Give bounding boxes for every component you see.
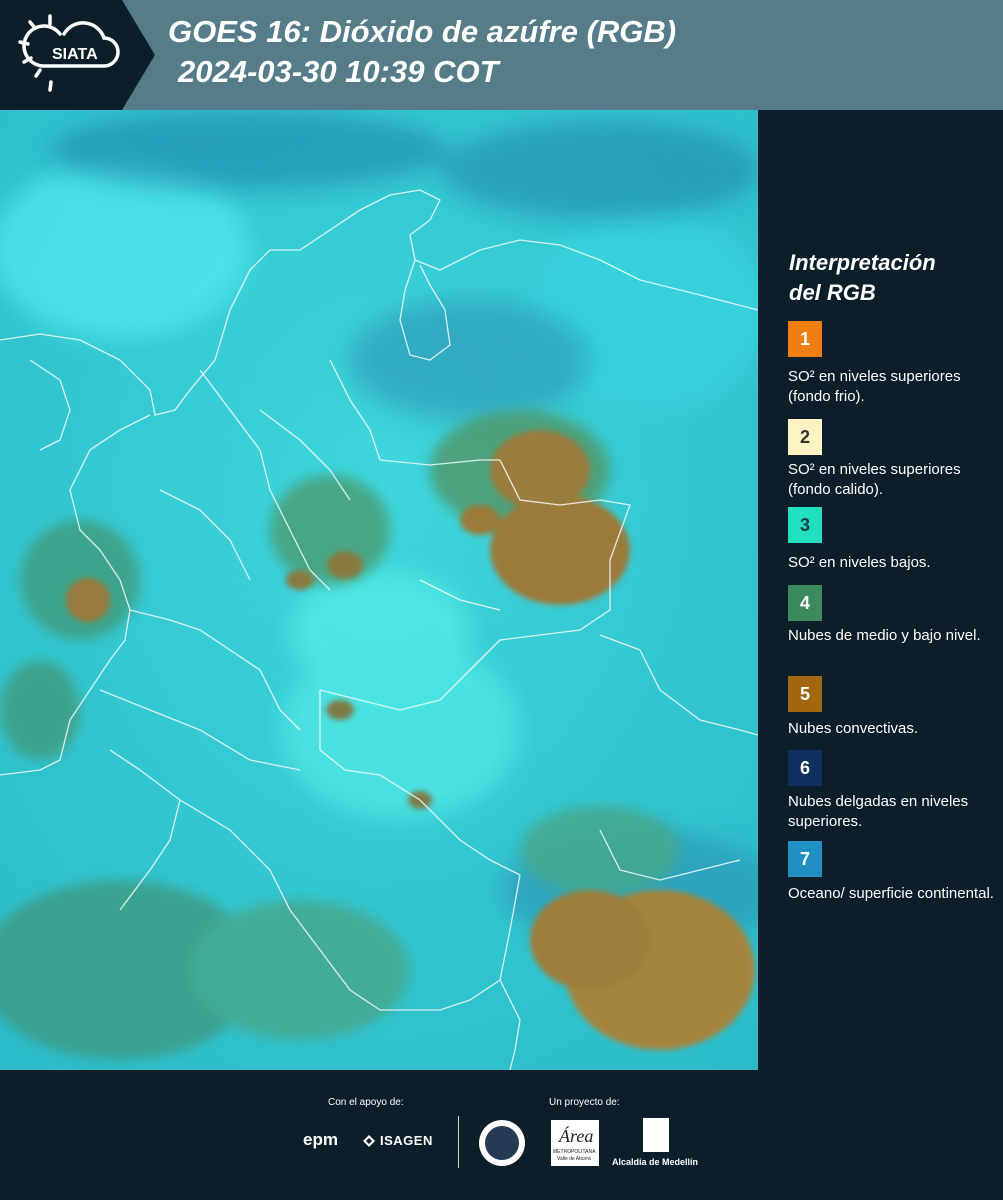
- isagen-logo: ISAGEN: [380, 1133, 433, 1148]
- legend-panel: Interpretación del RGB 1 SO² en niveles …: [758, 110, 1003, 1070]
- legend-title: Interpretación del RGB: [789, 248, 989, 308]
- legend-swatch-5: 5: [788, 676, 822, 712]
- legend-label-6: Nubes delgadas en niveles superiores.: [788, 793, 969, 830]
- page-timestamp: 2024-03-30 10:39 COT: [178, 54, 499, 89]
- legend-swatch-1: 1: [788, 321, 822, 357]
- legend-swatch-4: 4: [788, 585, 822, 621]
- legend-swatch-7: 7: [788, 841, 822, 877]
- legend-label-4: Nubes de medio y bajo nivel.: [788, 627, 981, 644]
- header-bar: SIATA GOES 16: Dióxido de azúfre (RGB) 2…: [0, 0, 1003, 110]
- medellin-seal-icon: [479, 1120, 525, 1166]
- legend-swatch-3: 3: [788, 507, 822, 543]
- support-label: Con el apoyo de:: [328, 1097, 404, 1108]
- area-metropolitana-logo: Área METROPOLITANA Valle de Aburrá: [551, 1120, 599, 1166]
- alcaldia-logo-text: Alcaldía de Medellín: [612, 1157, 699, 1167]
- siata-logo-text: SIATA: [52, 46, 98, 63]
- page-title: GOES 16: Dióxido de azúfre (RGB): [168, 14, 677, 49]
- area-logo-word: Área: [559, 1126, 594, 1146]
- legend-swatch-2: 2: [788, 419, 822, 455]
- footer-divider: [458, 1116, 459, 1168]
- siata-logo: SIATA: [0, 0, 155, 110]
- project-label: Un proyecto de:: [549, 1097, 620, 1108]
- rgb-satellite-image: [0, 110, 758, 1070]
- legend-swatch-6: 6: [788, 750, 822, 786]
- legend-label-1: SO² en niveles superiores (fondo frio).: [788, 368, 961, 405]
- satellite-map: [0, 110, 758, 1070]
- legend-title-line1: Interpretación: [789, 250, 936, 275]
- alcaldia-shield-icon: [643, 1118, 669, 1152]
- legend-title-line2: del RGB: [789, 280, 876, 305]
- legend-label-2: SO² en niveles superiores (fondo calido)…: [788, 461, 961, 498]
- footer: Con el apoyo de: Un proyecto de: epm ISA…: [0, 1070, 1003, 1200]
- epm-logo: epm: [303, 1130, 338, 1149]
- area-logo-line3: Valle de Aburrá: [557, 1156, 591, 1162]
- legend-label-7: Oceano/ superficie continental.: [788, 885, 994, 902]
- isagen-mark-icon: [363, 1135, 375, 1147]
- area-logo-line2: METROPOLITANA: [553, 1149, 596, 1155]
- legend-label-3: SO² en niveles bajos.: [788, 554, 931, 571]
- legend-label-5: Nubes convectivas.: [788, 720, 919, 737]
